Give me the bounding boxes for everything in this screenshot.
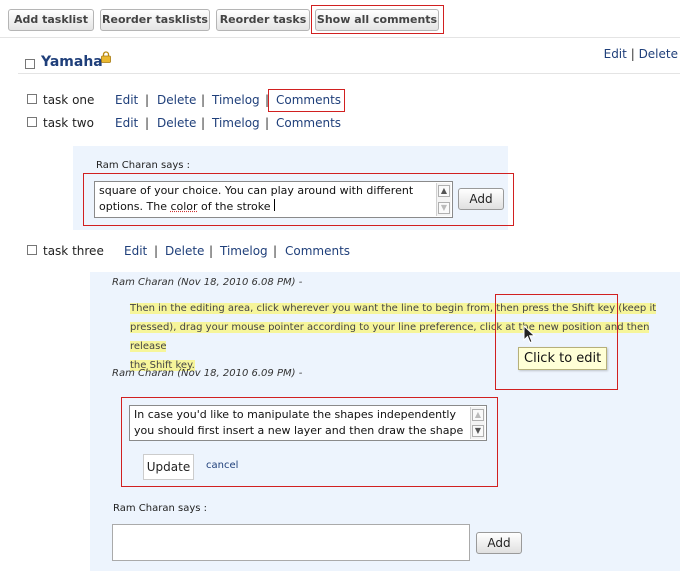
comment-meta: Ram Charan (Nov 18, 2010 6.08 PM) - xyxy=(112,277,303,288)
tasklist-checkbox[interactable] xyxy=(25,59,35,69)
tasklist-edit-link[interactable]: Edit xyxy=(604,47,627,61)
separator: | xyxy=(273,244,278,258)
task-timelog-link[interactable]: Timelog xyxy=(220,244,268,258)
separator: | xyxy=(201,116,206,130)
tasklist-title[interactable]: Yamaha xyxy=(41,54,103,70)
tasklist-delete-link[interactable]: Delete xyxy=(639,47,678,61)
task-checkbox[interactable] xyxy=(27,94,37,104)
task-comments-link[interactable]: Comments xyxy=(285,244,350,258)
toolbar-divider xyxy=(0,37,680,38)
comment-author-label: Ram Charan says : xyxy=(96,160,190,171)
separator: | xyxy=(265,116,270,130)
task-delete-link[interactable]: Delete xyxy=(165,244,204,258)
highlight-outline xyxy=(268,89,345,112)
highlight-outline xyxy=(495,294,618,390)
task-delete-link[interactable]: Delete xyxy=(157,93,196,107)
task-timelog-link[interactable]: Timelog xyxy=(212,93,260,107)
task-checkbox[interactable] xyxy=(27,245,37,255)
separator: | xyxy=(209,244,214,258)
task-name: task one xyxy=(43,93,95,107)
comment-meta: Ram Charan (Nov 18, 2010 6.09 PM) - xyxy=(112,368,303,379)
task-name: task two xyxy=(43,116,94,130)
task-edit-link[interactable]: Edit xyxy=(115,116,138,130)
highlight-outline xyxy=(121,397,498,487)
new-comment-textarea[interactable] xyxy=(112,524,470,561)
task-delete-link[interactable]: Delete xyxy=(157,116,196,130)
task-comments-link[interactable]: Comments xyxy=(276,116,341,130)
reorder-tasklists-button[interactable]: Reorder tasklists xyxy=(100,9,210,31)
task-edit-link[interactable]: Edit xyxy=(124,244,147,258)
highlight-outline xyxy=(311,5,444,34)
highlight-outline xyxy=(83,173,514,226)
lock-icon xyxy=(101,51,111,63)
task-name: task three xyxy=(43,244,104,258)
separator: | xyxy=(630,47,635,61)
separator: | xyxy=(145,116,150,130)
task-timelog-link[interactable]: Timelog xyxy=(212,116,260,130)
mouse-pointer-icon xyxy=(523,324,537,345)
add-comment-button[interactable]: Add xyxy=(476,532,522,554)
separator: | xyxy=(201,93,206,107)
tasklist-actions: Edit | Delete xyxy=(604,47,678,61)
separator: | xyxy=(154,244,159,258)
add-tasklist-button[interactable]: Add tasklist xyxy=(8,9,94,31)
task-edit-link[interactable]: Edit xyxy=(115,93,138,107)
click-to-edit-tooltip: Click to edit xyxy=(518,347,608,370)
reorder-tasks-button[interactable]: Reorder tasks xyxy=(216,9,310,31)
tasklist-divider xyxy=(18,73,680,74)
comment-author-label: Ram Charan says : xyxy=(113,503,207,514)
task-checkbox[interactable] xyxy=(27,117,37,127)
separator: | xyxy=(145,93,150,107)
